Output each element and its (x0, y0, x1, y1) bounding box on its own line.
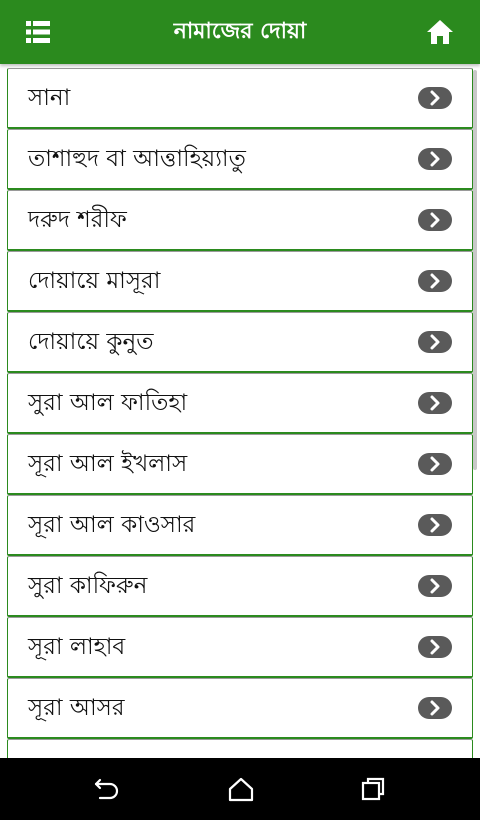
list-menu-icon[interactable] (26, 21, 50, 43)
page-title: নামাজের দোয়া (173, 18, 307, 44)
chevron-right-icon (418, 636, 452, 658)
list-item[interactable]: সুরা কাফিরুন (7, 556, 473, 617)
prayer-dua-list: সানা তাশাহুদ বা আত্তাহিয়্যাতু দরুদ শরীফ… (7, 68, 473, 758)
chevron-right-icon (418, 575, 452, 597)
list-item[interactable]: সুরা আল ফাতিহা (7, 373, 473, 434)
recent-apps-icon[interactable] (358, 776, 388, 802)
list-item-label: সুরা আল ফাতিহা (28, 390, 188, 416)
list-item[interactable]: সূরা আল কাওসার (7, 495, 473, 556)
scrollbar[interactable] (473, 70, 477, 470)
list-item[interactable]: সূরা আসর (7, 678, 473, 739)
chevron-right-icon (418, 270, 452, 292)
list-item-label: সুরা কাফিরুন (28, 573, 148, 599)
home-icon[interactable] (426, 19, 454, 45)
list-item-label: দরুদ শরীফ (28, 207, 127, 233)
list-item-label: সূরা আল ইখলাস (28, 451, 188, 477)
chevron-right-icon (418, 148, 452, 170)
app-bar: নামাজের দোয়া (0, 0, 480, 64)
list-item[interactable]: তাশাহুদ বা আত্তাহিয়্যাতু (7, 129, 473, 190)
list-item[interactable]: সূরা আল ইখলাস (7, 434, 473, 495)
list-item-label: সানা (28, 85, 71, 111)
list-item-label: দোয়ায়ে মাসূরা (28, 268, 161, 294)
list-item[interactable] (7, 739, 473, 758)
list-item-label: সূরা লাহাব (28, 634, 126, 660)
list-item-label: দোয়ায়ে কুনুত (28, 329, 154, 355)
chevron-right-icon (418, 209, 452, 231)
list-item[interactable]: দোয়ায়ে মাসূরা (7, 251, 473, 312)
list-item-label: সূরা আসর (28, 695, 125, 721)
list-item[interactable]: সূরা লাহাব (7, 617, 473, 678)
chevron-right-icon (418, 697, 452, 719)
chevron-right-icon (418, 392, 452, 414)
system-navigation-bar (0, 758, 480, 820)
chevron-right-icon (418, 514, 452, 536)
list-item[interactable]: দোয়ায়ে কুনুত (7, 312, 473, 373)
list-item[interactable]: দরুদ শরীফ (7, 190, 473, 251)
chevron-right-icon (418, 87, 452, 109)
chevron-right-icon (418, 331, 452, 353)
list-item-label: তাশাহুদ বা আত্তাহিয়্যাতু (28, 146, 246, 172)
list-item-label: সূরা আল কাওসার (28, 512, 196, 538)
home-outline-icon[interactable] (226, 776, 256, 802)
chevron-right-icon (418, 453, 452, 475)
back-icon[interactable] (92, 776, 122, 802)
list-item[interactable]: সানা (7, 68, 473, 129)
